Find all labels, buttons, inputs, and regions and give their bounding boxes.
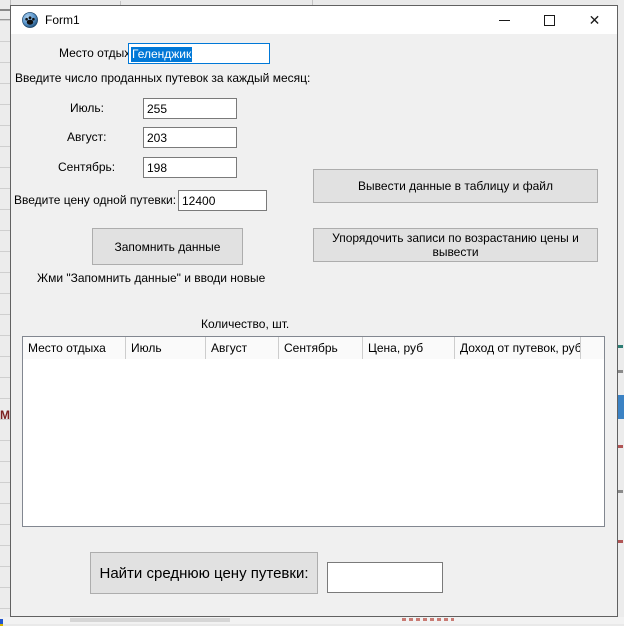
price-label: Введите цену одной путевки:: [14, 190, 176, 211]
background-artifact: [618, 490, 623, 493]
background-artifact: [618, 370, 623, 373]
column-header-price[interactable]: Цена, руб: [363, 337, 455, 359]
july-label: Июль:: [70, 98, 104, 119]
july-input[interactable]: 255: [143, 98, 237, 119]
background-selection-artifact: [618, 395, 624, 419]
window-title: Form1: [45, 13, 80, 27]
september-label: Сентябрь:: [58, 157, 115, 178]
output-button[interactable]: Вывести данные в таблицу и файл: [313, 169, 598, 203]
close-icon: ✕: [589, 13, 601, 27]
september-input[interactable]: 198: [143, 157, 237, 178]
place-input[interactable]: Геленджик: [128, 43, 270, 64]
august-input[interactable]: 203: [143, 127, 237, 148]
background-artifact: [618, 540, 623, 543]
background-artifact: [618, 345, 623, 348]
sort-button[interactable]: Упорядочить записи по возрастанию цены и…: [313, 228, 598, 262]
intro-label: Введите число проданных путевок за кажды…: [15, 68, 310, 89]
maximize-button[interactable]: [527, 6, 572, 34]
column-header-income[interactable]: Доход от путевок, руб: [455, 337, 581, 359]
price-input[interactable]: 12400: [178, 190, 267, 211]
paw-icon: [22, 12, 38, 28]
titlebar[interactable]: Form1 ✕: [11, 6, 617, 34]
results-table[interactable]: Место отдыха Июль Август Сентябрь Цена, …: [22, 336, 605, 527]
background-line: [0, 9, 10, 11]
remember-button[interactable]: Запомнить данные: [92, 228, 243, 265]
column-header-filler: [581, 337, 604, 359]
background-artifact: [70, 618, 230, 622]
minimize-icon: [499, 20, 510, 21]
background-artifact: [402, 618, 454, 621]
column-header-place[interactable]: Место отдыха: [23, 337, 126, 359]
background-line: [0, 19, 10, 20]
minimize-button[interactable]: [482, 6, 527, 34]
column-header-september[interactable]: Сентябрь: [279, 337, 363, 359]
table-header-row: Место отдыха Июль Август Сентябрь Цена, …: [23, 337, 604, 360]
average-button[interactable]: Найти среднюю цену путевки:: [90, 552, 318, 594]
august-label: Август:: [67, 127, 106, 148]
average-input[interactable]: [327, 562, 443, 593]
maximize-icon: [544, 15, 555, 26]
form1-window: Form1 ✕ Место отдыха: Геленджик Введите …: [10, 5, 618, 617]
background-spreadsheet-right: [617, 0, 624, 624]
table-body-empty: [23, 359, 604, 526]
column-header-july[interactable]: Июль: [126, 337, 206, 359]
column-header-august[interactable]: Август: [206, 337, 279, 359]
background-partial-letter: M: [0, 408, 10, 422]
close-button[interactable]: ✕: [572, 6, 617, 34]
background-artifact: [0, 619, 3, 626]
hint-label: Жми "Запомнить данные" и вводи новые: [37, 268, 265, 289]
table-caption: Количество, шт.: [201, 317, 289, 331]
selected-text: Геленджик: [131, 47, 192, 62]
background-artifact: [618, 445, 623, 448]
